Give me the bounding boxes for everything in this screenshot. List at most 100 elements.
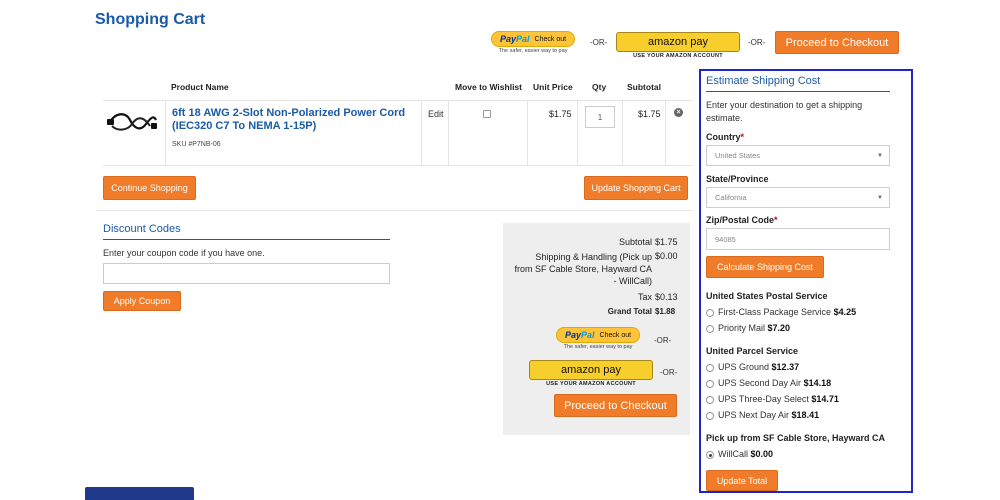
shipping-radio-usps-priority[interactable] bbox=[706, 325, 714, 333]
product-thumbnail[interactable] bbox=[106, 108, 158, 138]
subtotal-value: $1.75 bbox=[655, 237, 678, 247]
required-mark: * bbox=[740, 132, 745, 142]
shipping-option-ups-next-day[interactable]: UPS Next Day Air $18.41 bbox=[718, 410, 819, 420]
option-name: UPS Second Day Air bbox=[718, 378, 802, 388]
zip-input[interactable]: 94085 bbox=[706, 228, 890, 250]
grand-total-value: $1.88 bbox=[655, 307, 676, 316]
page-title: Shopping Cart bbox=[95, 11, 206, 28]
paypal-logo-pal: Pal bbox=[581, 330, 595, 340]
option-price: $4.25 bbox=[833, 307, 857, 317]
option-price: $14.18 bbox=[803, 378, 832, 388]
country-label-text: Country bbox=[706, 132, 741, 142]
col-header-qty: Qty bbox=[592, 82, 607, 92]
column-divider bbox=[527, 101, 528, 165]
product-name-link[interactable]: 6ft 18 AWG 2-Slot Non-Polarized Power Co… bbox=[172, 107, 405, 133]
shipping-option-ups-three-day[interactable]: UPS Three-Day Select $14.71 bbox=[718, 394, 839, 404]
chevron-down-icon: ▼ bbox=[877, 152, 883, 159]
item-subtotal: $1.75 bbox=[638, 109, 661, 119]
option-name: WillCall bbox=[718, 449, 748, 459]
apply-coupon-button[interactable]: Apply Coupon bbox=[103, 291, 181, 311]
option-price: $0.00 bbox=[750, 449, 774, 459]
pickup-title: Pick up from SF Cable Store, Hayward CA bbox=[706, 433, 886, 443]
col-header-subtotal: Subtotal bbox=[627, 82, 661, 92]
shipping-label-line2: from SF Cable Store, Hayward CA bbox=[514, 264, 652, 274]
quantity-input[interactable] bbox=[585, 106, 615, 128]
coupon-prompt: Enter your coupon code if you have one. bbox=[103, 248, 265, 258]
power-cord-image bbox=[107, 113, 157, 131]
shipping-radio-ups-three-day[interactable] bbox=[706, 396, 714, 404]
chat-widget-tab[interactable] bbox=[85, 487, 194, 500]
amazon-tagline: USE YOUR AMAZON ACCOUNT bbox=[633, 53, 723, 59]
amazon-pay-label[interactable]: amazon pay bbox=[616, 32, 740, 52]
shipping-intro-line1: Enter your destination to get a shipping bbox=[706, 100, 863, 110]
paypal-checkout-button-bottom[interactable]: Pay Pal Check out The safer, easier way t… bbox=[556, 327, 641, 350]
calculate-shipping-button[interactable]: Calculate Shipping Cost bbox=[706, 256, 824, 278]
country-label: Country* bbox=[706, 132, 744, 142]
shipping-intro-line2: estimate. bbox=[706, 113, 743, 123]
remove-circle-icon[interactable]: × bbox=[674, 108, 683, 117]
paypal-checkout-text: Check out bbox=[534, 35, 567, 43]
paypal-logo-pay: Pay bbox=[500, 34, 517, 44]
usps-title: United States Postal Service bbox=[706, 291, 828, 301]
shipping-label-line1: Shipping & Handling (Pick up bbox=[535, 252, 652, 262]
state-select[interactable]: California ▼ bbox=[706, 187, 890, 208]
amazon-pay-label[interactable]: amazon pay bbox=[529, 360, 653, 380]
shipping-label: Shipping & Handling (Pick up from SF Cab… bbox=[514, 251, 652, 287]
shipping-title-underline bbox=[706, 91, 890, 92]
shipping-radio-ups-second-day[interactable] bbox=[706, 380, 714, 388]
option-name: Priority Mail bbox=[718, 323, 766, 333]
or-separator: -OR- bbox=[654, 336, 672, 345]
column-divider bbox=[622, 101, 623, 165]
country-select[interactable]: United States ▼ bbox=[706, 145, 890, 166]
paypal-pill[interactable]: Pay Pal Check out bbox=[491, 31, 576, 47]
paypal-checkout-button-top[interactable]: Pay Pal Check out The safer, easier way t… bbox=[491, 31, 576, 54]
update-total-button[interactable]: Update Total bbox=[706, 470, 778, 491]
product-name-line1[interactable]: 6ft 18 AWG 2-Slot Non-Polarized Power Co… bbox=[172, 107, 405, 120]
coupon-code-input[interactable] bbox=[103, 263, 390, 284]
edit-link[interactable]: Edit bbox=[428, 109, 444, 119]
shipping-radio-ups-next-day[interactable] bbox=[706, 412, 714, 420]
row-divider bbox=[103, 165, 693, 166]
proceed-to-checkout-button-top[interactable]: Proceed to Checkout bbox=[775, 31, 899, 54]
continue-shopping-button[interactable]: Continue Shopping bbox=[103, 176, 196, 200]
zip-value[interactable]: 94085 bbox=[715, 235, 736, 244]
shipping-radio-usps-first-class[interactable] bbox=[706, 309, 714, 317]
col-header-unit-price: Unit Price bbox=[533, 82, 573, 92]
estimate-shipping-title: Estimate Shipping Cost bbox=[706, 75, 821, 87]
zip-label-text: Zip/Postal Code bbox=[706, 215, 775, 225]
unit-price: $1.75 bbox=[549, 109, 572, 119]
update-shopping-cart-button[interactable]: Update Shopping Cart bbox=[584, 176, 688, 200]
discount-title-underline bbox=[103, 239, 390, 240]
or-separator: -OR- bbox=[748, 38, 766, 47]
shipping-option-usps-first-class[interactable]: First-Class Package Service $4.25 bbox=[718, 307, 856, 317]
column-divider bbox=[165, 101, 166, 165]
shipping-option-willcall[interactable]: WillCall $0.00 bbox=[718, 449, 773, 459]
shipping-option-ups-ground[interactable]: UPS Ground $12.37 bbox=[718, 362, 799, 372]
option-price: $12.37 bbox=[771, 362, 800, 372]
shipping-option-ups-second-day[interactable]: UPS Second Day Air $14.18 bbox=[718, 378, 831, 388]
shipping-radio-willcall[interactable] bbox=[706, 451, 714, 459]
option-name: UPS Ground bbox=[718, 362, 770, 372]
option-name: UPS Next Day Air bbox=[718, 410, 790, 420]
amazon-pay-button-top[interactable]: amazon pay USE YOUR AMAZON ACCOUNT bbox=[616, 32, 740, 59]
paypal-tagline: The safer, easier way to pay bbox=[498, 48, 568, 54]
column-divider bbox=[448, 101, 449, 165]
move-to-wishlist-checkbox[interactable] bbox=[483, 110, 491, 118]
ups-title: United Parcel Service bbox=[706, 346, 799, 356]
section-divider bbox=[96, 210, 693, 211]
product-name-line2[interactable]: (IEC320 C7 To NEMA 1-15P) bbox=[172, 120, 405, 133]
paypal-pill[interactable]: Pay Pal Check out bbox=[556, 327, 641, 343]
paypal-tagline: The safer, easier way to pay bbox=[563, 344, 633, 350]
paypal-logo-pal: Pal bbox=[516, 34, 530, 44]
shipping-option-usps-priority[interactable]: Priority Mail $7.20 bbox=[718, 323, 790, 333]
shipping-label-line3: - WillCall) bbox=[613, 276, 653, 286]
required-mark: * bbox=[774, 215, 778, 225]
option-price: $14.71 bbox=[811, 394, 839, 404]
country-value: United States bbox=[715, 151, 761, 160]
proceed-to-checkout-button-bottom[interactable]: Proceed to Checkout bbox=[554, 394, 677, 417]
tax-label: Tax bbox=[637, 292, 652, 302]
state-value: California bbox=[715, 193, 747, 202]
zip-label: Zip/Postal Code* bbox=[706, 215, 778, 225]
shipping-radio-ups-ground[interactable] bbox=[706, 364, 714, 372]
amazon-pay-button-bottom[interactable]: amazon pay USE YOUR AMAZON ACCOUNT bbox=[529, 360, 653, 387]
